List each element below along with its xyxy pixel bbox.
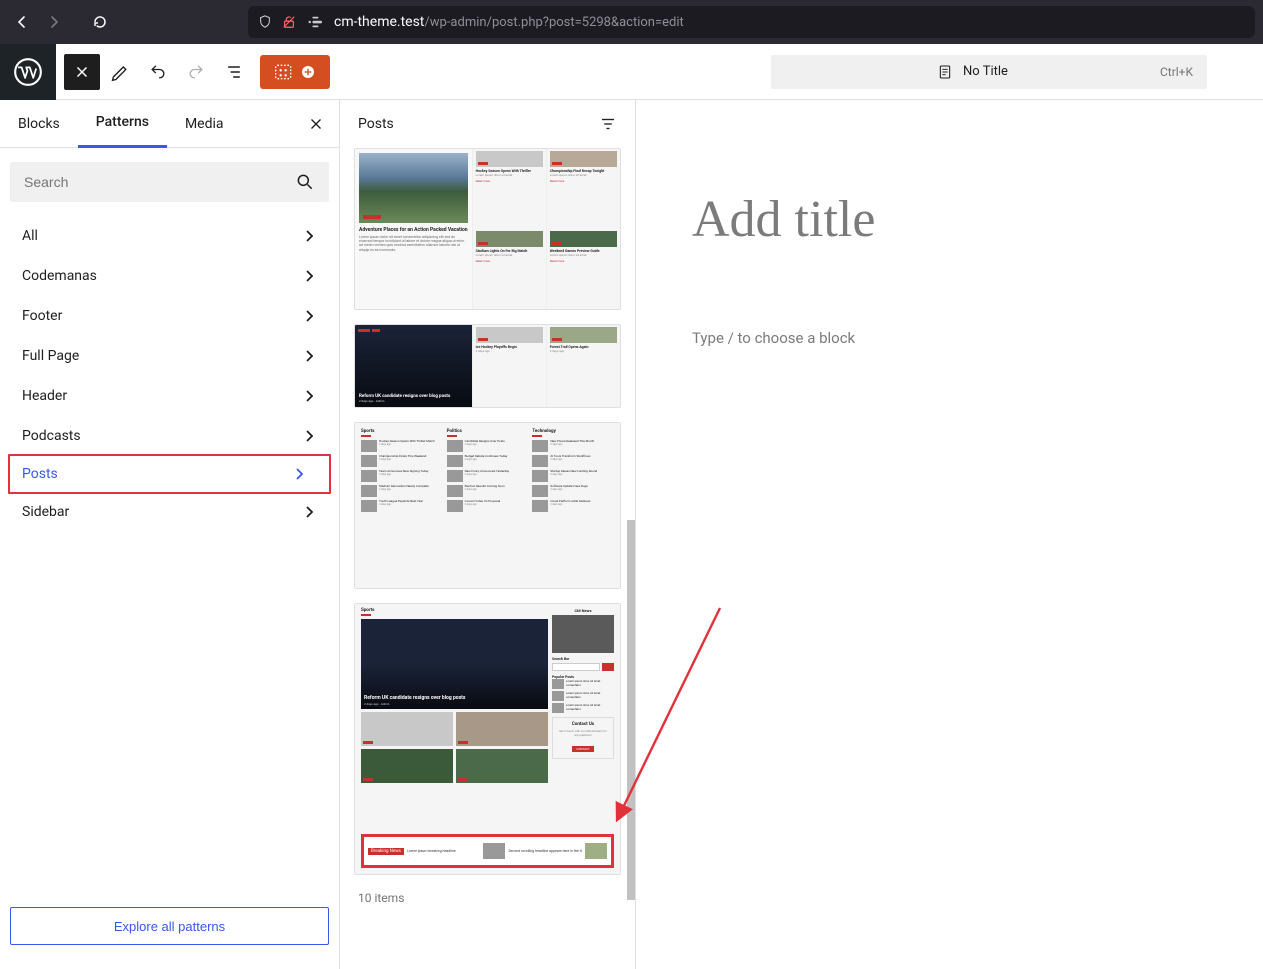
reload-button[interactable]: [86, 8, 114, 36]
search-input-wrap[interactable]: [10, 162, 329, 202]
pattern-item[interactable]: Sports Reform UK candidate resigns over …: [354, 603, 621, 875]
filter-icon[interactable]: [599, 115, 617, 133]
wp-logo[interactable]: [0, 44, 56, 100]
search-icon: [295, 172, 315, 192]
chevron-right-icon: [301, 388, 317, 404]
document-overview-button[interactable]: [216, 54, 252, 90]
document-title-text: No Title: [963, 64, 1008, 79]
editor-header: No Title Ctrl+K: [0, 44, 1263, 100]
editor-canvas[interactable]: Add title Type / to choose a block: [636, 100, 1263, 969]
scrollbar[interactable]: [627, 100, 635, 969]
chevron-right-icon: [301, 308, 317, 324]
chevron-right-icon: [301, 348, 317, 364]
pattern-item[interactable]: Adventure Places for an Action Packed Va…: [354, 148, 621, 310]
patterns-count: 10 items: [354, 889, 621, 915]
pattern-item[interactable]: Sports Hockey Season Opens With Thriller…: [354, 422, 621, 589]
tools-button[interactable]: [102, 54, 138, 90]
document-title-bar[interactable]: No Title Ctrl+K: [771, 55, 1207, 89]
pattern-thumb-title: Reform UK candidate resigns over blog po…: [364, 695, 545, 701]
chevron-right-icon: [301, 428, 317, 444]
redo-button[interactable]: [178, 54, 214, 90]
tab-blocks[interactable]: Blocks: [0, 100, 78, 148]
chevron-right-icon: [301, 504, 317, 520]
search-input[interactable]: [24, 174, 295, 190]
permissions-icon: [306, 15, 324, 29]
shortcut-hint: Ctrl+K: [1160, 65, 1193, 79]
url-bar[interactable]: cm-theme.test/wp-admin/post.php?post=529…: [248, 6, 1255, 38]
explore-patterns-button[interactable]: Explore all patterns: [10, 907, 329, 945]
close-inserter-icon[interactable]: [293, 115, 339, 133]
browser-chrome: cm-theme.test/wp-admin/post.php?post=529…: [0, 0, 1263, 44]
chevron-right-icon: [291, 466, 307, 482]
block-appender[interactable]: Type / to choose a block: [692, 329, 1207, 347]
category-all[interactable]: All: [0, 216, 339, 256]
shield-icon: [258, 15, 272, 29]
back-button[interactable]: [8, 8, 36, 36]
category-footer[interactable]: Footer: [0, 296, 339, 336]
category-posts[interactable]: Posts: [8, 454, 331, 494]
pattern-category-list: All Codemanas Footer Full Page Header Po…: [0, 216, 339, 893]
close-inserter-button[interactable]: [64, 54, 100, 90]
category-podcasts[interactable]: Podcasts: [0, 416, 339, 456]
category-sidebar[interactable]: Sidebar: [0, 492, 339, 532]
patterns-list[interactable]: Adventure Places for an Action Packed Va…: [340, 148, 635, 969]
category-header[interactable]: Header: [0, 376, 339, 416]
patterns-panel-title: Posts: [358, 116, 394, 132]
undo-button[interactable]: [140, 54, 176, 90]
post-title-input[interactable]: Add title: [692, 190, 1207, 249]
pattern-item[interactable]: Reform UK candidate resigns over blog po…: [354, 324, 621, 408]
pattern-ticker-annotation: Breaking News Lorem ipsum breaking headl…: [361, 834, 614, 868]
pattern-thumb-title: Adventure Places for an Action Packed Va…: [359, 227, 468, 233]
page-icon: [937, 64, 953, 80]
patterns-panel: Posts Adventure Places for an Action Pac…: [340, 100, 636, 969]
chevron-right-icon: [301, 268, 317, 284]
forward-button[interactable]: [40, 8, 68, 36]
category-codemanas[interactable]: Codemanas: [0, 256, 339, 296]
inserter-tabs: Blocks Patterns Media: [0, 100, 339, 148]
generate-button[interactable]: [260, 55, 330, 89]
inserter-sidebar: Blocks Patterns Media All Codemanas Foot…: [0, 100, 340, 969]
category-full-page[interactable]: Full Page: [0, 336, 339, 376]
lock-broken-icon: [282, 15, 296, 29]
chevron-right-icon: [301, 228, 317, 244]
url-text: cm-theme.test/wp-admin/post.php?post=529…: [334, 14, 684, 30]
tab-patterns[interactable]: Patterns: [78, 100, 167, 148]
tab-media[interactable]: Media: [167, 100, 242, 148]
